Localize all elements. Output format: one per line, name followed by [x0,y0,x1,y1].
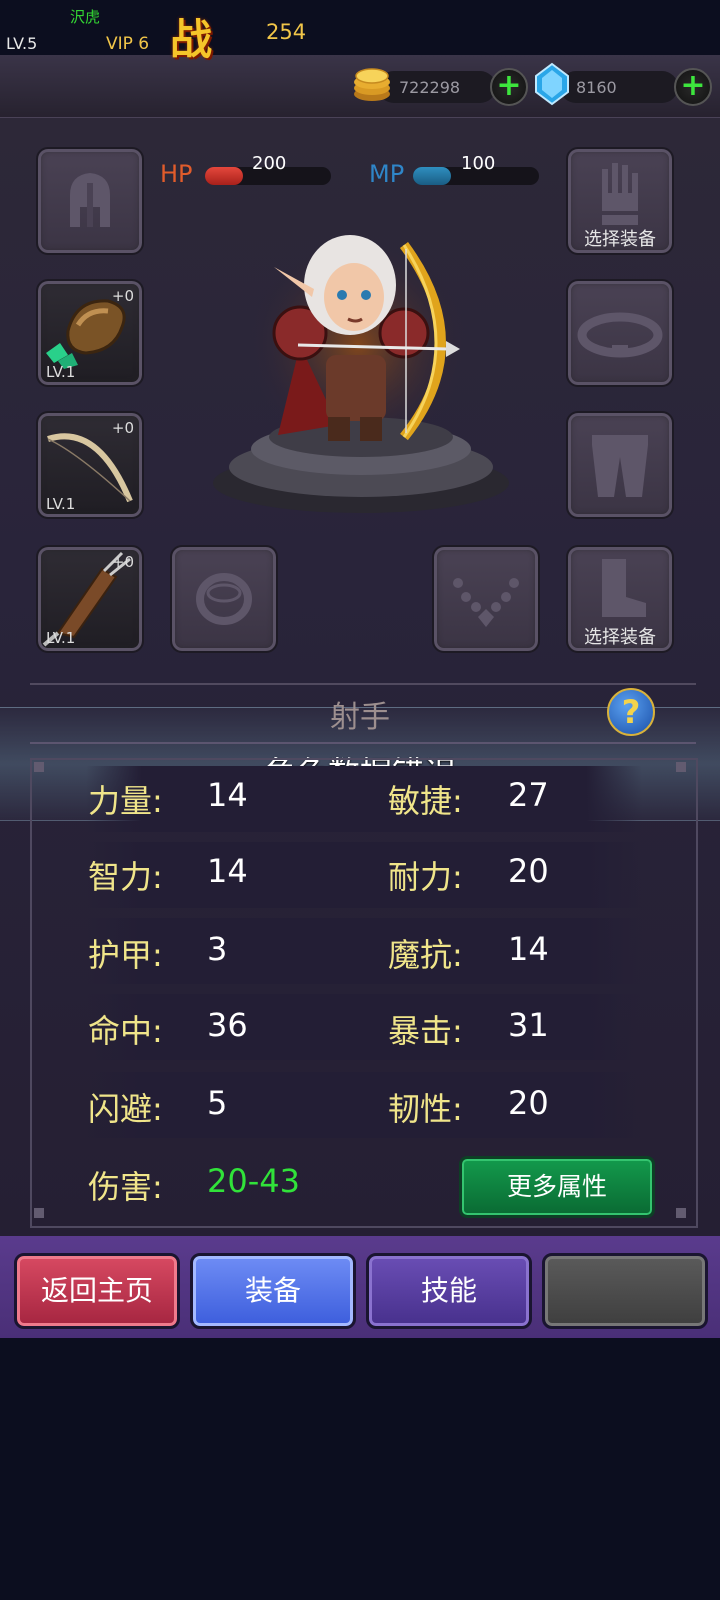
tab-equipment[interactable]: 装备 [190,1253,356,1329]
stat-value: 14 [207,852,248,890]
stat-row [86,918,642,984]
frame-corner [34,1208,44,1218]
gold-coin-icon [354,68,390,101]
equip-slot-ring[interactable] [170,545,278,653]
equip-slot-quiver[interactable]: +0 LV.1 [36,545,144,653]
stat-row [86,1072,642,1138]
damage-label: 伤害: [88,1168,163,1206]
stat-row [86,766,642,832]
add-gem-button[interactable]: + [674,68,712,106]
stat-row [86,994,642,1060]
divider [30,683,696,685]
item-level: LV.1 [46,495,76,513]
stat-value: 14 [508,930,549,968]
equip-slot-armor[interactable]: +0 LV.1 [36,279,144,387]
tab-locked[interactable] [542,1253,708,1329]
mp-label: MP [369,160,405,188]
stat-label: 韧性: [388,1090,463,1128]
necklace-icon [453,578,519,627]
hp-bar-fill [205,167,243,185]
stat-label: 耐力: [388,858,463,896]
equip-slot-weapon[interactable]: +0 LV.1 [36,411,144,519]
stat-value: 27 [508,776,549,814]
equip-slot-pants[interactable] [566,411,674,519]
enhance-level: +0 [111,419,134,437]
class-name: 射手 [330,700,390,735]
stat-label: 命中: [88,1012,163,1050]
more-attributes-button[interactable]: 更多属性 [459,1156,655,1218]
damage-value: 20-43 [207,1162,300,1200]
helmet-icon [70,173,110,227]
item-level: LV.1 [46,629,76,647]
stat-value: 20 [508,852,549,890]
stat-row [86,842,642,908]
select-equipment-label: 选择装备 [584,627,656,648]
stat-value: 5 [207,1084,228,1122]
frame-corner [676,762,686,772]
help-button[interactable]: ? [607,688,655,736]
divider [30,742,696,744]
stat-value: 14 [207,776,248,814]
hp-value: 200 [252,153,287,174]
diamond-icon [535,62,569,106]
hp-label: HP [160,160,193,188]
stat-label: 敏捷: [388,782,463,820]
stat-label: 智力: [88,858,163,896]
gold-amount: 722298 [399,78,461,97]
stat-label: 闪避: [88,1090,163,1128]
combat-power-value: 254 [266,20,307,44]
frame-corner [676,1208,686,1218]
stat-label: 护甲: [88,936,163,974]
player-level: LV.5 [6,34,38,53]
equip-slot-helmet[interactable] [36,147,144,255]
pants-icon [592,435,648,497]
stat-label: 暴击: [388,1012,463,1050]
stat-value: 20 [508,1084,549,1122]
add-gold-button[interactable]: + [490,68,528,106]
tab-skills[interactable]: 技能 [366,1253,532,1329]
equip-slot-boots[interactable]: 选择装备 [566,545,674,653]
hero-archer-portrait [213,235,509,513]
player-name: 沢虎 [70,8,101,26]
mp-bar-fill [413,167,451,185]
item-level: LV.1 [46,363,76,381]
enhance-level: +0 [111,287,134,305]
enhance-level: +0 [111,553,134,571]
stat-value: 3 [207,930,228,968]
equip-slot-necklace[interactable] [432,545,540,653]
gem-amount: 8160 [576,78,617,97]
stat-label: 力量: [88,782,163,820]
select-equipment-label: 选择装备 [584,229,656,250]
stat-label: 魔抗: [388,936,463,974]
tab-return-home[interactable]: 返回主页 [14,1253,180,1329]
mp-value: 100 [461,153,496,174]
vip-level[interactable]: VIP 6 [106,34,149,54]
stat-value: 31 [508,1006,549,1044]
belt-icon [577,312,663,358]
stat-value: 36 [207,1006,248,1044]
equip-slot-belt[interactable] [566,279,674,387]
equip-slot-glove[interactable]: 选择装备 [566,147,674,255]
combat-power-icon: 战 [170,15,213,64]
frame-corner [34,762,44,772]
ring-icon [196,573,252,625]
